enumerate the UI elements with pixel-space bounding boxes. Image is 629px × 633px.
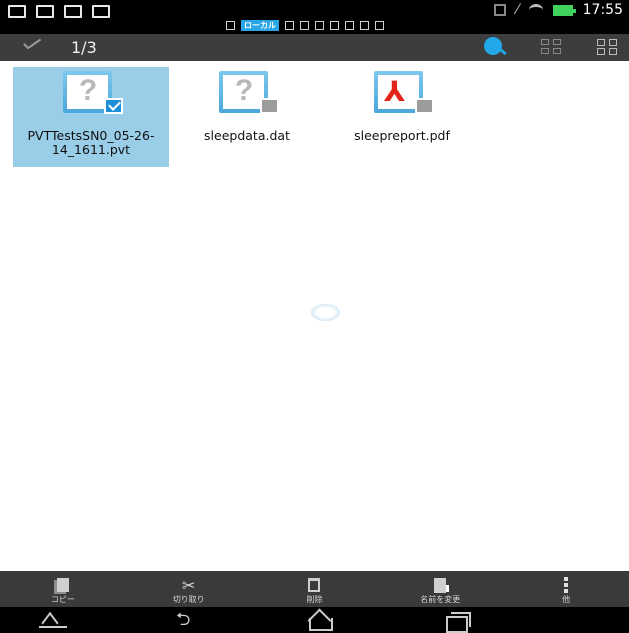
file-name: PVTTestsSN0_05-26-14_1611.pvt: [27, 128, 155, 157]
download-icon: [375, 21, 384, 30]
loading-spinner-icon: [311, 304, 340, 321]
folder-icon: [315, 21, 324, 30]
cloud-icon: [300, 21, 309, 30]
storage-indicators: ローカル: [226, 20, 384, 31]
recent-apps-icon[interactable]: [444, 610, 474, 633]
back-icon[interactable]: ⮌: [176, 610, 206, 630]
cut-button[interactable]: ✂ 切り取り: [126, 571, 252, 607]
action-bar: 1/3: [0, 34, 629, 61]
unselected-checkbox-icon[interactable]: [415, 98, 434, 114]
image-icon: [8, 5, 26, 18]
delete-button[interactable]: 削除: [252, 571, 378, 607]
pdf-file-icon: ⅄: [374, 71, 434, 119]
copy-icon: [56, 578, 69, 592]
file-grid: ? PVTTestsSN0_05-26-14_1611.pvt ? sleepd…: [0, 61, 629, 571]
copy-button[interactable]: コピー: [0, 571, 126, 607]
navigation-bar: ⮌: [0, 607, 629, 633]
home-small-icon: [226, 21, 235, 30]
no-signal-icon: ⁄: [516, 2, 519, 18]
unselected-checkbox-icon[interactable]: [260, 98, 279, 114]
file-item-pvttests[interactable]: ? PVTTestsSN0_05-26-14_1611.pvt: [13, 67, 169, 167]
selected-checkbox-icon[interactable]: [104, 98, 123, 114]
file-item-sleepdata[interactable]: ? sleepdata.dat: [169, 67, 325, 167]
cut-label: 切り取り: [172, 595, 205, 604]
clock: 17:55: [582, 2, 623, 18]
usb-icon: [360, 21, 369, 30]
share-icon: [330, 21, 339, 30]
mail-icon: [36, 5, 54, 18]
notification-icons: [8, 5, 110, 18]
network-icon: [345, 21, 354, 30]
select-all-icon[interactable]: [597, 39, 617, 55]
file-name: sleepdata.dat: [204, 128, 290, 143]
bottom-toolbar: コピー ✂ 切り取り 削除 名前を変更 他: [0, 571, 629, 607]
system-status: ⁄ 17:55: [494, 2, 623, 18]
confirm-selection-icon[interactable]: [20, 39, 42, 53]
status-bar: ローカル ⁄ 17:55: [0, 0, 629, 34]
file-name: sleepreport.pdf: [354, 128, 450, 143]
rename-button[interactable]: 名前を変更: [377, 571, 503, 607]
local-tag: ローカル: [241, 20, 279, 31]
collapse-up-icon[interactable]: [38, 610, 68, 630]
drive-icon: [285, 21, 294, 30]
copy-label: コピー: [50, 595, 75, 604]
unknown-file-icon: ?: [63, 71, 123, 119]
more-icon: [564, 577, 569, 593]
selection-count: 1/3: [71, 38, 97, 57]
rename-icon: [434, 577, 450, 593]
more-button[interactable]: 他: [503, 571, 629, 607]
vibrate-icon: [494, 4, 507, 16]
rename-label: 名前を変更: [420, 595, 461, 604]
scissors-icon: ✂: [181, 575, 196, 595]
grid-view-icon[interactable]: [541, 39, 561, 55]
battery-icon: [552, 4, 576, 16]
unknown-file-icon: ?: [219, 71, 279, 119]
home-icon[interactable]: [305, 610, 335, 631]
checkbox-icon: [92, 5, 110, 18]
network-search-icon[interactable]: [484, 37, 508, 57]
document-icon: [64, 5, 82, 18]
wifi-icon: [528, 4, 543, 16]
trash-icon: [308, 578, 321, 592]
file-item-sleepreport[interactable]: ⅄ sleepreport.pdf: [324, 67, 480, 167]
delete-label: 削除: [306, 595, 323, 604]
more-label: 他: [562, 595, 571, 604]
